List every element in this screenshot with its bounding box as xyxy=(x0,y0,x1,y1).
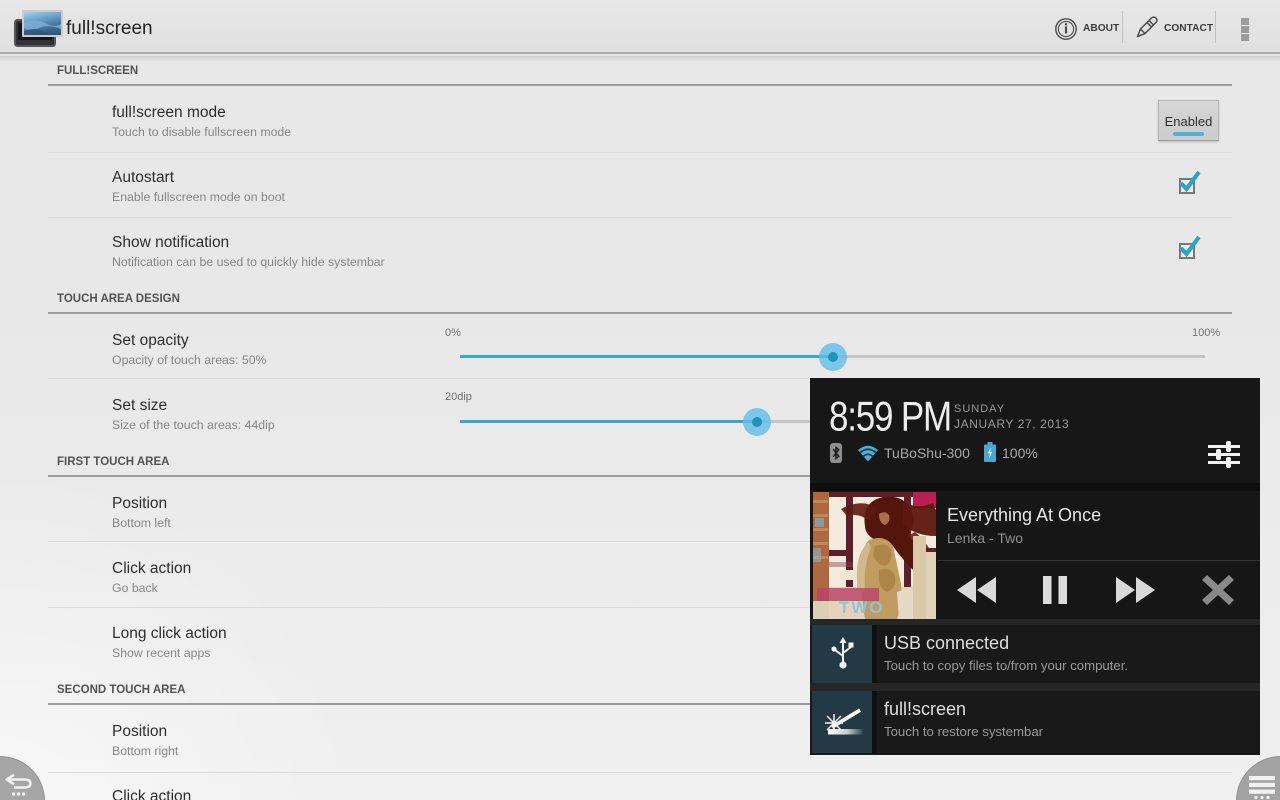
svg-text:TWO: TWO xyxy=(839,598,885,617)
